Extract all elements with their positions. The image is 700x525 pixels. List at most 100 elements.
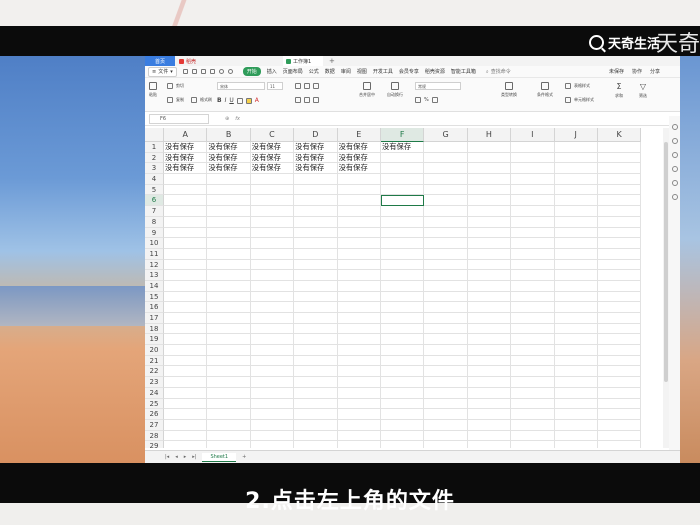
cell-c19[interactable] <box>250 334 295 346</box>
row-header[interactable]: 26 <box>145 409 164 420</box>
cell-c11[interactable] <box>250 248 295 260</box>
cell-a15[interactable] <box>164 291 208 303</box>
cell-g26[interactable] <box>424 409 468 420</box>
align-top-icon[interactable] <box>295 83 301 89</box>
cell-k14[interactable] <box>597 280 642 292</box>
cell-h11[interactable] <box>467 248 512 260</box>
cell-j17[interactable] <box>554 313 598 324</box>
cell-a3[interactable]: 没有保存 <box>164 163 208 175</box>
conditional-format-button[interactable]: 条件格式 <box>537 82 553 98</box>
cell-g14[interactable] <box>424 280 468 292</box>
side-tool-icon[interactable] <box>671 166 678 172</box>
column-header-i[interactable]: I <box>511 128 555 142</box>
cell-i3[interactable] <box>511 163 555 175</box>
menu-tab-review[interactable]: 审阅 <box>341 68 351 75</box>
share-button[interactable]: 分享 <box>650 68 660 75</box>
fill-color-icon[interactable] <box>245 97 252 104</box>
cell-h1[interactable] <box>467 142 512 153</box>
cell-k24[interactable] <box>597 387 642 399</box>
cell-e3[interactable]: 没有保存 <box>337 163 381 175</box>
cell-f16[interactable] <box>380 302 425 313</box>
cell-k27[interactable] <box>597 419 642 431</box>
column-header-g[interactable]: G <box>424 128 468 142</box>
cell-e19[interactable] <box>337 334 381 346</box>
cell-h17[interactable] <box>467 313 512 324</box>
cell-a20[interactable] <box>164 345 208 356</box>
cell-j27[interactable] <box>554 419 598 431</box>
cell-a27[interactable] <box>164 419 208 431</box>
cell-k13[interactable] <box>597 270 642 281</box>
cell-j26[interactable] <box>554 409 598 420</box>
cell-j15[interactable] <box>554 291 598 303</box>
cell-j5[interactable] <box>554 184 598 196</box>
cell-c3[interactable]: 没有保存 <box>250 163 295 175</box>
cell-e2[interactable]: 没有保存 <box>337 152 381 164</box>
cell-k19[interactable] <box>597 334 642 346</box>
cell-d23[interactable] <box>294 377 338 388</box>
cell-c6[interactable] <box>250 195 295 207</box>
cell-b20[interactable] <box>207 345 251 356</box>
font-name-select[interactable]: 宋体 <box>217 82 265 90</box>
cell-e1[interactable]: 没有保存 <box>337 142 381 153</box>
cell-k9[interactable] <box>597 227 642 239</box>
cell-k23[interactable] <box>597 377 642 388</box>
cell-a21[interactable] <box>164 355 208 367</box>
row-header[interactable]: 13 <box>145 270 164 281</box>
cell-g7[interactable] <box>424 206 468 217</box>
cell-i24[interactable] <box>511 387 555 399</box>
cell-f14[interactable] <box>380 280 425 292</box>
cell-c4[interactable] <box>250 174 295 185</box>
side-tool-icon[interactable] <box>671 152 678 158</box>
cell-b14[interactable] <box>207 280 251 292</box>
cell-f6[interactable] <box>380 195 425 207</box>
cell-e23[interactable] <box>337 377 381 388</box>
cell-f12[interactable] <box>380 259 425 271</box>
cell-f22[interactable] <box>380 366 425 378</box>
cell-k3[interactable] <box>597 163 642 175</box>
zoom-icon[interactable]: ⊕ <box>225 116 229 122</box>
cell-e27[interactable] <box>337 419 381 431</box>
cell-a6[interactable] <box>164 195 208 207</box>
cell-b17[interactable] <box>207 313 251 324</box>
cell-k5[interactable] <box>597 184 642 196</box>
row-header[interactable]: 3 <box>145 163 164 175</box>
row-header[interactable]: 1 <box>145 142 164 153</box>
cell-a23[interactable] <box>164 377 208 388</box>
thousands-icon[interactable] <box>431 97 438 103</box>
cell-h21[interactable] <box>467 355 512 367</box>
cell-i18[interactable] <box>511 323 555 335</box>
cell-i1[interactable] <box>511 142 555 153</box>
cell-d3[interactable]: 没有保存 <box>294 163 338 175</box>
cell-i25[interactable] <box>511 398 555 410</box>
cell-f25[interactable] <box>380 398 425 410</box>
cell-k18[interactable] <box>597 323 642 335</box>
cell-e5[interactable] <box>337 184 381 196</box>
cell-c5[interactable] <box>250 184 295 196</box>
row-header[interactable]: 23 <box>145 377 164 388</box>
cell-d28[interactable] <box>294 430 338 442</box>
cell-e20[interactable] <box>337 345 381 356</box>
cell-e29[interactable] <box>338 441 381 448</box>
cell-j2[interactable] <box>554 152 598 164</box>
cell-a28[interactable] <box>164 430 208 442</box>
cell-j14[interactable] <box>554 280 598 292</box>
cell-c1[interactable]: 没有保存 <box>250 142 295 153</box>
cell-j24[interactable] <box>554 387 598 399</box>
cell-d21[interactable] <box>294 355 338 367</box>
cell-e11[interactable] <box>337 248 381 260</box>
cell-h22[interactable] <box>467 366 512 378</box>
cell-i22[interactable] <box>511 366 555 378</box>
cell-c15[interactable] <box>250 291 295 303</box>
cell-b27[interactable] <box>207 419 251 431</box>
cell-a7[interactable] <box>164 206 208 217</box>
cell-i8[interactable] <box>511 216 555 228</box>
cell-a14[interactable] <box>164 280 208 292</box>
number-format-select[interactable]: 常规 <box>415 82 461 90</box>
cell-i17[interactable] <box>511 313 555 324</box>
cell-b9[interactable] <box>207 227 251 239</box>
cell-f10[interactable] <box>380 238 425 249</box>
cell-h18[interactable] <box>467 323 512 335</box>
cell-j20[interactable] <box>554 345 598 356</box>
select-all-corner[interactable] <box>145 128 164 142</box>
cell-e28[interactable] <box>337 430 381 442</box>
